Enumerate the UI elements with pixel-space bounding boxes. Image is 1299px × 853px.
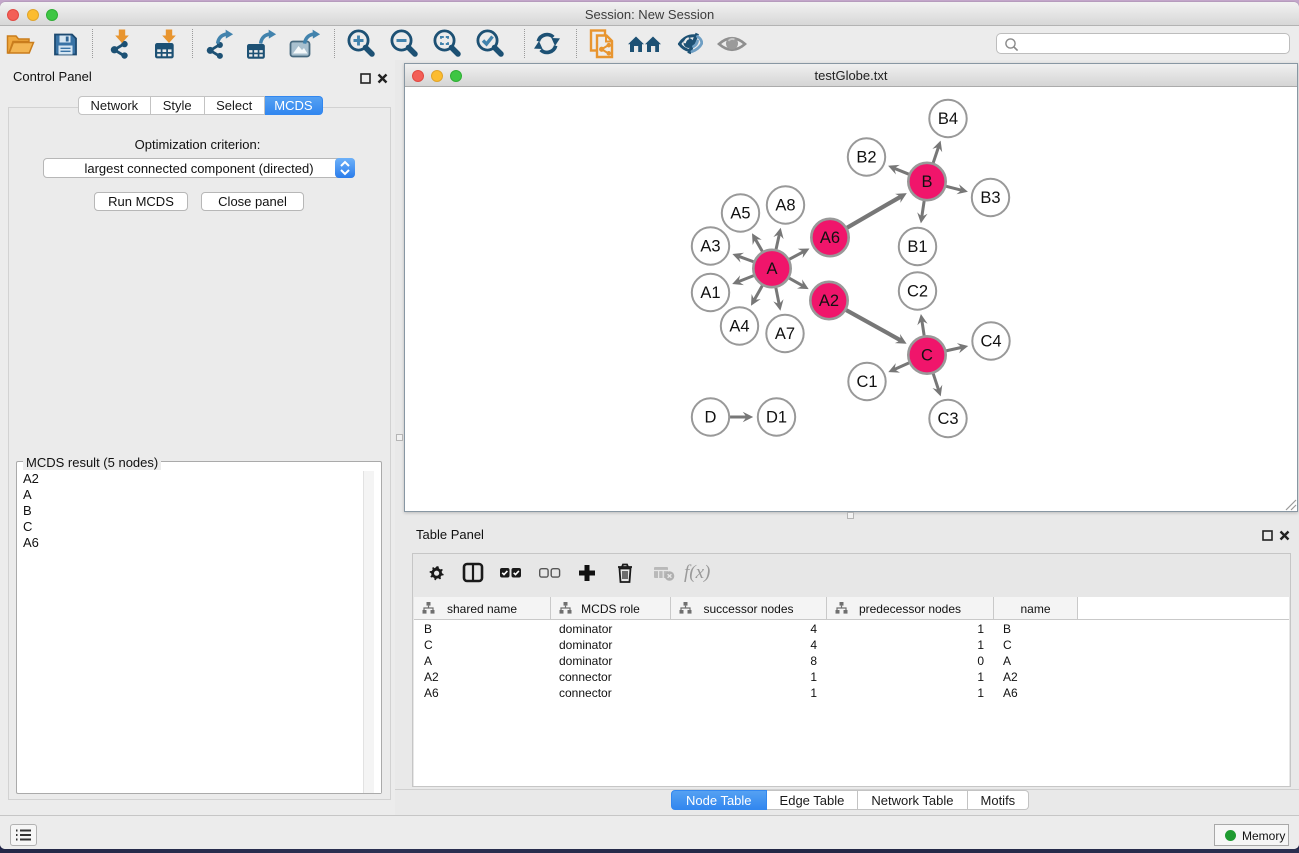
svg-text:A7: A7	[775, 325, 795, 343]
svg-text:C3: C3	[937, 410, 958, 428]
svg-text:D: D	[705, 409, 717, 427]
svg-text:A2: A2	[819, 292, 839, 310]
svg-text:A8: A8	[775, 197, 795, 215]
svg-text:B4: B4	[938, 110, 958, 128]
svg-text:B1: B1	[907, 238, 927, 256]
svg-text:D1: D1	[766, 409, 787, 427]
svg-text:A4: A4	[729, 318, 749, 336]
svg-text:A: A	[766, 260, 777, 278]
svg-text:A3: A3	[700, 238, 720, 256]
svg-text:C2: C2	[907, 283, 928, 301]
svg-text:C1: C1	[856, 373, 877, 391]
svg-text:B: B	[921, 173, 932, 191]
svg-text:C4: C4	[980, 333, 1001, 351]
svg-text:A5: A5	[730, 205, 750, 223]
svg-text:A6: A6	[820, 229, 840, 247]
svg-text:B2: B2	[856, 149, 876, 167]
svg-text:A1: A1	[700, 284, 720, 302]
svg-text:B3: B3	[980, 189, 1000, 207]
svg-text:C: C	[921, 347, 933, 365]
